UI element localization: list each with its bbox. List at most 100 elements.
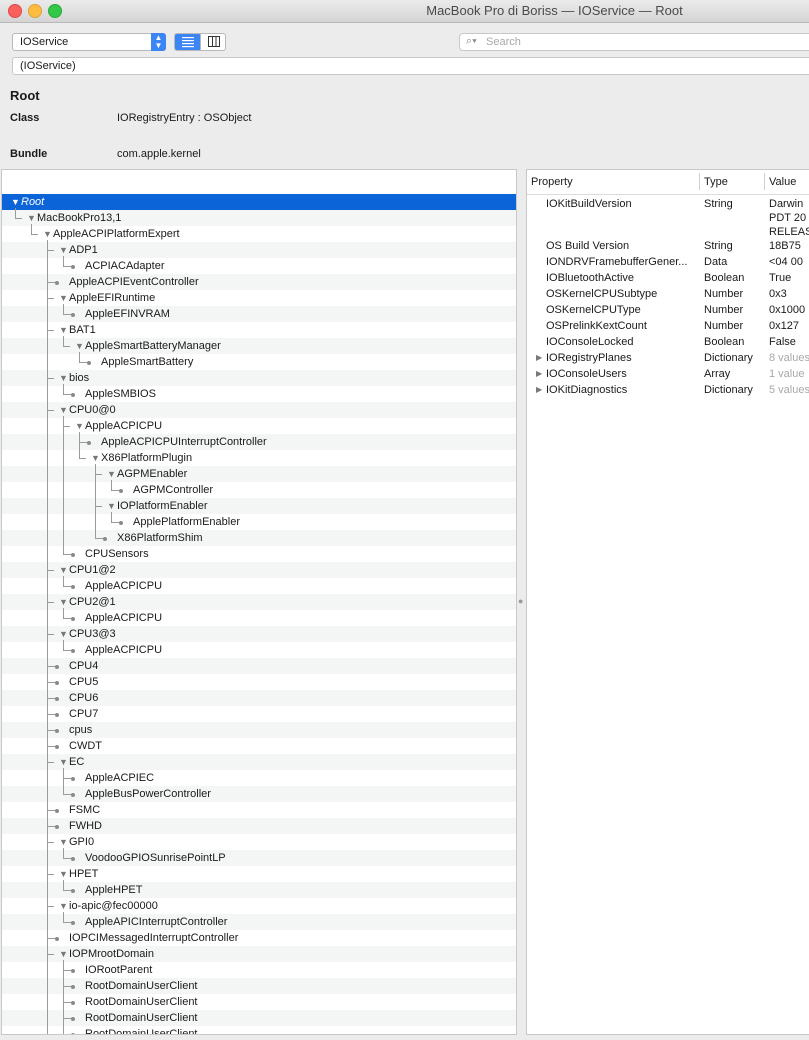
- tree-connector: [111, 512, 112, 523]
- tree-leaf-dot: [71, 616, 75, 621]
- tree-row[interactable]: RootDomainUserClient: [2, 978, 516, 994]
- tree-row[interactable]: RootDomainUserClient: [2, 1026, 516, 1035]
- tree-leaf-dot: [55, 808, 59, 813]
- column-header-value[interactable]: Value: [769, 176, 796, 188]
- tree-leaf-dot: [55, 824, 59, 829]
- tree-row[interactable]: CPU4: [2, 658, 516, 674]
- property-row[interactable]: OSKernelCPUSubtype Number 0x3: [527, 286, 809, 302]
- column-header-type[interactable]: Type: [704, 176, 728, 188]
- tree-row[interactable]: AppleHPET: [2, 882, 516, 898]
- property-value: Darwin: [769, 198, 804, 210]
- property-row[interactable]: OSPrelinkKextCount Number 0x127: [527, 318, 809, 334]
- tree-row[interactable]: ▼ AppleEFIRuntime: [2, 290, 516, 306]
- list-view-button[interactable]: [175, 34, 200, 50]
- tree-row[interactable]: RootDomainUserClient: [2, 1010, 516, 1026]
- zoom-window-button[interactable]: [48, 4, 62, 18]
- tree-node-label: AppleSmartBatteryManager: [85, 340, 221, 352]
- tree-row[interactable]: AppleBusPowerController: [2, 786, 516, 802]
- disclosure-triangle-icon[interactable]: ▶: [536, 383, 542, 397]
- tree-node-label: ACPIACAdapter: [85, 260, 165, 272]
- tree-node-label: CPU1@2: [69, 564, 116, 576]
- tree-row[interactable]: X86PlatformShim: [2, 530, 516, 546]
- tree-row[interactable]: AppleACPICPU: [2, 578, 516, 594]
- tree-row[interactable]: CWDT: [2, 738, 516, 754]
- tree-connector: [79, 352, 80, 363]
- tree-row[interactable]: CPU7: [2, 706, 516, 722]
- tree-row[interactable]: AppleACPIEventController: [2, 274, 516, 290]
- tree-connector: [63, 416, 64, 555]
- plane-popup[interactable]: IOService ▲ ▼: [12, 33, 166, 51]
- tree-row[interactable]: ApplePlatformEnabler: [2, 514, 516, 530]
- tree-row[interactable]: FSMC: [2, 802, 516, 818]
- entry-title: Root: [10, 88, 40, 103]
- property-name: OS Build Version: [546, 240, 630, 252]
- property-row[interactable]: IOBluetoothActive Boolean True: [527, 270, 809, 286]
- property-row[interactable]: ▶ IOConsoleUsers Array 1 value: [527, 366, 809, 382]
- property-value: 1 value: [769, 368, 805, 380]
- tree-row[interactable]: AppleAPICInterruptController: [2, 914, 516, 930]
- tree-row[interactable]: cpus: [2, 722, 516, 738]
- tree-row[interactable]: ▼ ADP1: [2, 242, 516, 258]
- tree-connector: [47, 570, 54, 571]
- search-field[interactable]: ⌕▾ Search: [459, 33, 809, 51]
- minimize-window-button[interactable]: [28, 4, 42, 18]
- tree-leaf-dot: [71, 792, 75, 797]
- tree-row[interactable]: AppleEFINVRAM: [2, 306, 516, 322]
- property-row[interactable]: OSKernelCPUType Number 0x1000: [527, 302, 809, 318]
- property-row[interactable]: ▶ IORegistryPlanes Dictionary 8 values: [527, 350, 809, 366]
- tree-row[interactable]: VoodooGPIOSunrisePointLP: [2, 850, 516, 866]
- property-row[interactable]: IONDRVFramebufferGener... Data <04 00: [527, 254, 809, 270]
- tree-row[interactable]: AppleACPICPU: [2, 642, 516, 658]
- tree-row[interactable]: CPU5: [2, 674, 516, 690]
- registry-tree[interactable]: ▼ Root ▼ MacBookPro13,1 ▼ AppleACPIPlatformEx…: [1, 169, 517, 1035]
- property-table[interactable]: Property Type Value IOKitBuildVersion Str…: [526, 169, 809, 1035]
- tree-row[interactable]: ▼ AGPMEnabler: [2, 466, 516, 482]
- tree-row[interactable]: ▼ CPU0@0: [2, 402, 516, 418]
- close-window-button[interactable]: [8, 4, 22, 18]
- bundle-value: com.apple.kernel: [117, 148, 201, 160]
- tree-leaf-dot: [71, 856, 75, 861]
- tree-row[interactable]: ▼ GPI0: [2, 834, 516, 850]
- tree-row[interactable]: AppleSMBIOS: [2, 386, 516, 402]
- tree-node-label: RootDomainUserClient: [85, 1028, 198, 1035]
- tree-row[interactable]: AppleACPICPU: [2, 610, 516, 626]
- tree-row[interactable]: CPUSensors: [2, 546, 516, 562]
- tree-row[interactable]: RootDomainUserClient: [2, 994, 516, 1010]
- column-header-property[interactable]: Property: [531, 176, 573, 188]
- tree-row[interactable]: ▼ AppleACPIPlatformExpert: [2, 226, 516, 242]
- tree-leaf-dot: [55, 728, 59, 733]
- tree-row[interactable]: AGPMController: [2, 482, 516, 498]
- tree-row[interactable]: ▼ bios: [2, 370, 516, 386]
- property-row[interactable]: ▶ IOKitDiagnostics Dictionary 5 values: [527, 382, 809, 398]
- tree-row[interactable]: ▼ BAT1: [2, 322, 516, 338]
- tree-row[interactable]: ▼ MacBookPro13,1: [2, 210, 516, 226]
- tree-row[interactable]: ▼ CPU1@2: [2, 562, 516, 578]
- property-row[interactable]: IOConsoleLocked Boolean False: [527, 334, 809, 350]
- tree-row[interactable]: ▼ IOPlatformEnabler: [2, 498, 516, 514]
- tree-connector: [63, 304, 64, 315]
- tree-row[interactable]: ▼ HPET: [2, 866, 516, 882]
- tree-row[interactable]: AppleACPIEC: [2, 770, 516, 786]
- tree-row[interactable]: ACPIACAdapter: [2, 258, 516, 274]
- tree-row[interactable]: IOPCIMessagedInterruptController: [2, 930, 516, 946]
- path-field[interactable]: (IOService): [12, 57, 809, 75]
- tree-row[interactable]: ▼ EC: [2, 754, 516, 770]
- property-type: String: [704, 198, 733, 210]
- disclosure-triangle-icon[interactable]: ▶: [536, 367, 542, 381]
- property-name: OSKernelCPUType: [546, 304, 641, 316]
- tree-row[interactable]: ▼ CPU3@3: [2, 626, 516, 642]
- tree-row[interactable]: IORootParent: [2, 962, 516, 978]
- split-view-handle[interactable]: ●: [518, 596, 523, 606]
- tree-connector: [63, 640, 64, 651]
- tree-row[interactable]: CPU6: [2, 690, 516, 706]
- column-view-button[interactable]: [200, 34, 225, 50]
- tree-row[interactable]: ▼ CPU2@1: [2, 594, 516, 610]
- property-row[interactable]: IOKitBuildVersion String Darwin PDT 20 RELEA…: [527, 196, 809, 238]
- tree-row[interactable]: ▼ io-apic@fec00000: [2, 898, 516, 914]
- property-name: OSPrelinkKextCount: [546, 320, 647, 332]
- tree-row[interactable]: ▼ Root: [2, 194, 516, 210]
- tree-row[interactable]: ▼ IOPMrootDomain: [2, 946, 516, 962]
- tree-row[interactable]: FWHD: [2, 818, 516, 834]
- disclosure-triangle-icon[interactable]: ▶: [536, 351, 542, 365]
- property-row[interactable]: OS Build Version String 18B75: [527, 238, 809, 254]
